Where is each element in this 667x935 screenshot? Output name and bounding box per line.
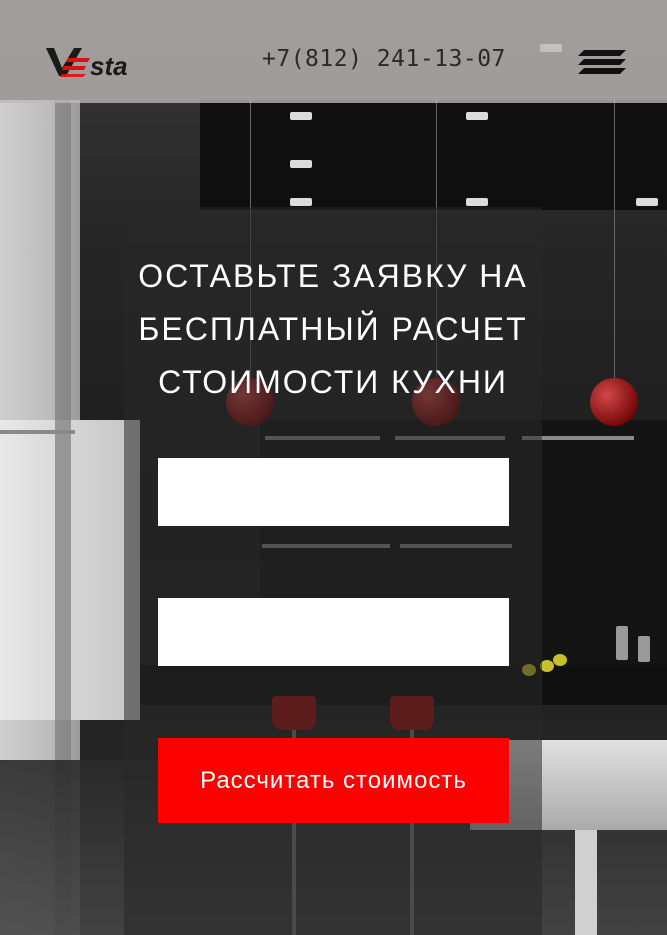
spotlight (290, 112, 312, 120)
name-input[interactable] (158, 458, 509, 526)
bg-fruit (540, 660, 554, 672)
bg-shelf (0, 430, 75, 434)
site-header: sta +7(812) 241-13-07 (0, 0, 667, 103)
bg-lamp-cord (614, 100, 615, 380)
brand-logo[interactable]: sta (46, 44, 170, 81)
phone-input[interactable] (158, 598, 509, 666)
bg-ceiling-block (200, 100, 667, 210)
spotlight (290, 160, 312, 168)
hamburger-menu-icon[interactable] (576, 48, 628, 78)
spotlight (466, 198, 488, 206)
bg-island-leg (575, 830, 597, 935)
bg-jar (638, 636, 650, 662)
form-title: ОСТАВЬТЕ ЗАЯВКУ НА БЕСПЛАТНЫЙ РАСЧЕТ СТО… (124, 250, 542, 409)
bg-pendant-lamp (590, 378, 638, 426)
spotlight (466, 112, 488, 120)
phone-number[interactable]: +7(812) 241-13-07 (262, 46, 506, 72)
calculate-cost-button[interactable]: Рассчитать стоимость (158, 738, 509, 823)
spotlight (290, 198, 312, 206)
spotlight (636, 198, 658, 206)
form-title-line: ОСТАВЬТЕ ЗАЯВКУ НА (138, 258, 528, 294)
form-title-line: СТОИМОСТИ КУХНИ (158, 364, 508, 400)
form-title-line: БЕСПЛАТНЫЙ РАСЧЕТ (138, 311, 528, 347)
bg-jar (616, 626, 628, 660)
bg-fruit (553, 654, 567, 666)
vesta-logo-icon: sta (46, 48, 128, 81)
svg-text:sta: sta (90, 51, 128, 80)
